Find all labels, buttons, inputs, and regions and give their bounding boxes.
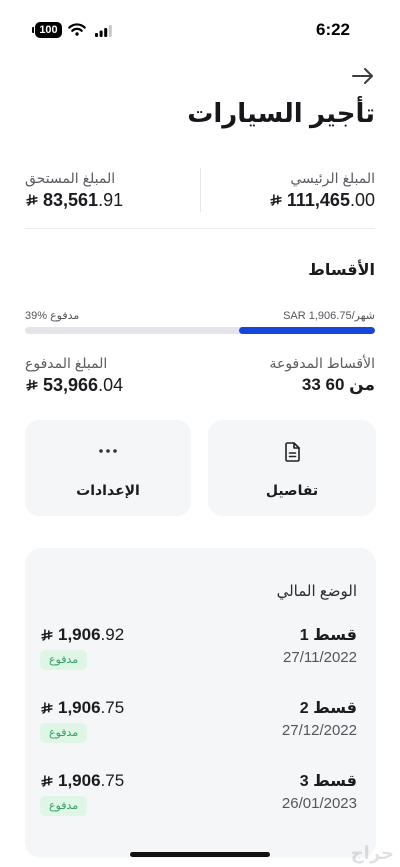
section-divider [25,228,375,229]
battery-icon: 100 [32,22,62,38]
financial-status-card: الوضع المالي قسط 1 27/11/2022 1,906.92 م… [25,548,376,858]
amount-decimal: .04 [98,375,124,395]
paid-amount-value: 53,966.04 [25,373,123,397]
amount-decimal: .91 [98,190,124,210]
amount-decimal: .92 [100,625,125,644]
paid-amount-label: المبلغ المدفوع [25,355,108,371]
status-time: 6:22 [315,20,351,39]
installment-list: قسط 1 27/11/2022 1,906.92 مدفوع قسط 2 27… [25,624,376,843]
installment-title: قسط 2 [299,700,357,717]
installment-row: قسط 2 27/12/2022 1,906.75 مدفوع [25,697,376,770]
cellular-signal-icon [95,25,112,37]
installments-heading: الأقساط [308,262,375,279]
details-button[interactable]: تفاصيل [208,420,376,516]
riyal-icon [41,702,53,714]
installment-row: قسط 3 26/01/2023 1,906.75 مدفوع [25,770,376,843]
riyal-icon [41,629,53,641]
amount-whole: 111,465 [286,190,350,210]
page-title: تأجير السيارات [187,98,375,128]
installment-title: قسط 1 [299,627,357,644]
paid-status-badge: مدفوع [40,723,88,743]
installment-amount: 1,906.75 [40,770,124,792]
amount-whole: 83,561 [43,190,99,210]
amount-whole: 53,966 [43,375,99,395]
amount-whole: 1,906 [58,771,101,790]
battery-nub [32,27,34,33]
amount-decimal: .75 [100,698,125,717]
principal-amount-label: المبلغ الرئيسي [290,170,375,186]
home-indicator[interactable] [130,852,270,857]
installment-amount: 1,906.92 [40,624,124,646]
settings-button[interactable]: الإعدادات [25,420,191,516]
summary-divider [200,168,201,212]
installment-date: 27/12/2022 [281,722,357,739]
installments-progress-bar [25,327,375,334]
monthly-amount-label: SAR 1,906.75/شهر [283,310,375,322]
due-amount: المبلغ المستحق 83,561.91 [25,168,123,212]
amount-decimal: .75 [100,771,125,790]
due-amount-label: المبلغ المستحق [25,170,116,186]
back-arrow-icon[interactable] [351,66,375,86]
amount-whole: 1,906 [58,625,101,644]
installment-title: قسط 3 [299,773,357,790]
amount-whole: 1,906 [58,698,101,717]
wifi-icon [68,23,86,36]
paid-status-badge: مدفوع [40,650,88,670]
paid-installments-value: 33 من 60 [301,375,375,394]
riyal-icon [270,194,282,206]
amount-decimal: .00 [349,190,375,210]
document-icon [285,442,300,462]
riyal-icon [26,379,38,391]
more-dots-icon [99,449,117,453]
due-amount-value: 83,561.91 [25,188,123,212]
installment-row: قسط 1 27/11/2022 1,906.92 مدفوع [25,624,376,697]
installment-date: 27/11/2022 [283,649,357,666]
watermark-logo: حراج [350,843,394,863]
paid-installments: الأقساط المدفوعة 33 من 60 [269,353,375,397]
paid-installments-label: الأقساط المدفوعة [269,355,375,371]
battery-level: 100 [39,24,58,36]
riyal-icon [41,775,53,787]
installment-amount: 1,906.75 [40,697,124,719]
settings-label: الإعدادات [76,482,140,498]
paid-amount: المبلغ المدفوع 53,966.04 [25,353,123,397]
paid-percent-label: 39% مدفوع [25,310,80,322]
principal-amount: المبلغ الرئيسي 111,465.00 [269,168,375,212]
details-label: تفاصيل [265,482,319,498]
riyal-icon [26,194,38,206]
paid-status-badge: مدفوع [40,796,88,816]
principal-amount-value: 111,465.00 [269,188,375,212]
financial-status-heading: الوضع المالي [276,583,357,600]
installments-progress-fill [238,327,375,334]
installment-date: 26/01/2023 [281,795,357,812]
